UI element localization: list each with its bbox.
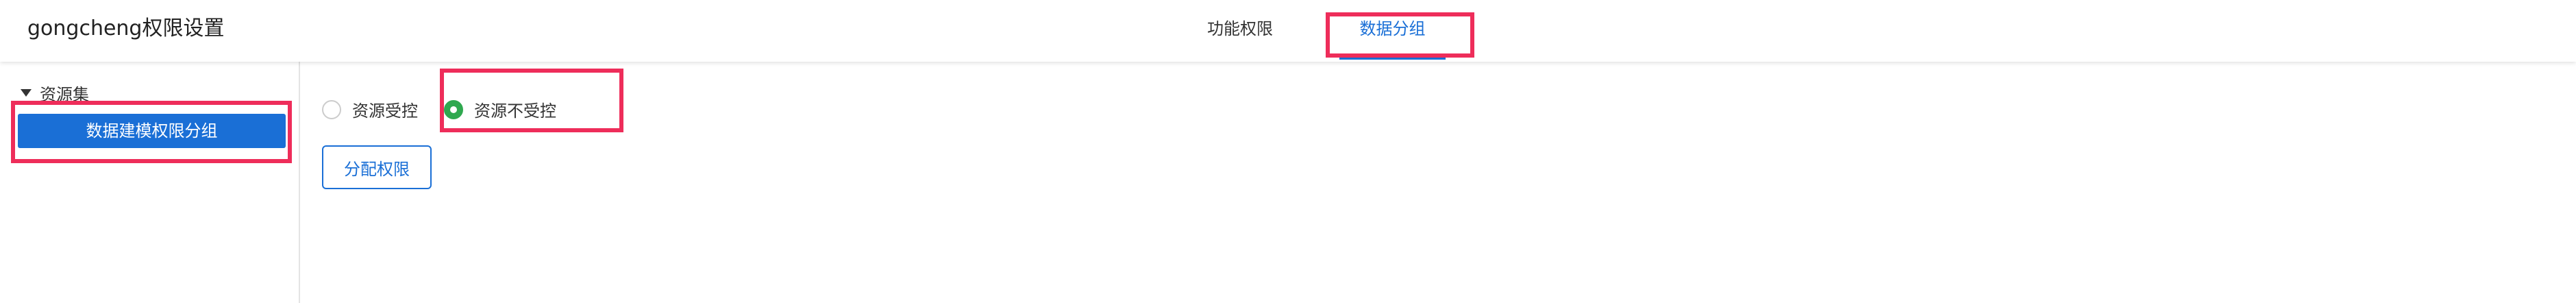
radio-resource-uncontrolled[interactable]: 资源不受控 — [444, 97, 556, 121]
tree-root-label: 资源集 — [40, 84, 89, 104]
radio-label: 资源受控 — [352, 101, 418, 121]
assign-permission-button[interactable]: 分配权限 — [322, 145, 432, 189]
page-title: gongcheng权限设置 — [27, 16, 225, 40]
radio-label: 资源不受控 — [474, 101, 556, 121]
resource-tree-panel: 资源集 数据建模权限分组 — [0, 62, 300, 303]
tree-node-data-modeling-group[interactable]: 数据建模权限分组 — [18, 114, 286, 148]
radio-checked-icon[interactable] — [444, 99, 463, 119]
active-tab-indicator — [1339, 58, 1446, 60]
tab-data-group[interactable]: 数据分组 — [1339, 15, 1446, 43]
tree-root-resource-set[interactable]: 资源集 — [21, 81, 89, 104]
radio-resource-controlled[interactable]: 资源受控 — [322, 97, 418, 121]
main-content: 资源受控 资源不受控 分配权限 — [301, 62, 2576, 303]
header-bar: gongcheng权限设置 功能权限 数据分组 — [0, 0, 2576, 62]
tab-function-permission[interactable]: 功能权限 — [1206, 15, 1274, 43]
caret-down-icon[interactable] — [21, 88, 32, 97]
radio-unchecked-icon[interactable] — [322, 99, 341, 119]
